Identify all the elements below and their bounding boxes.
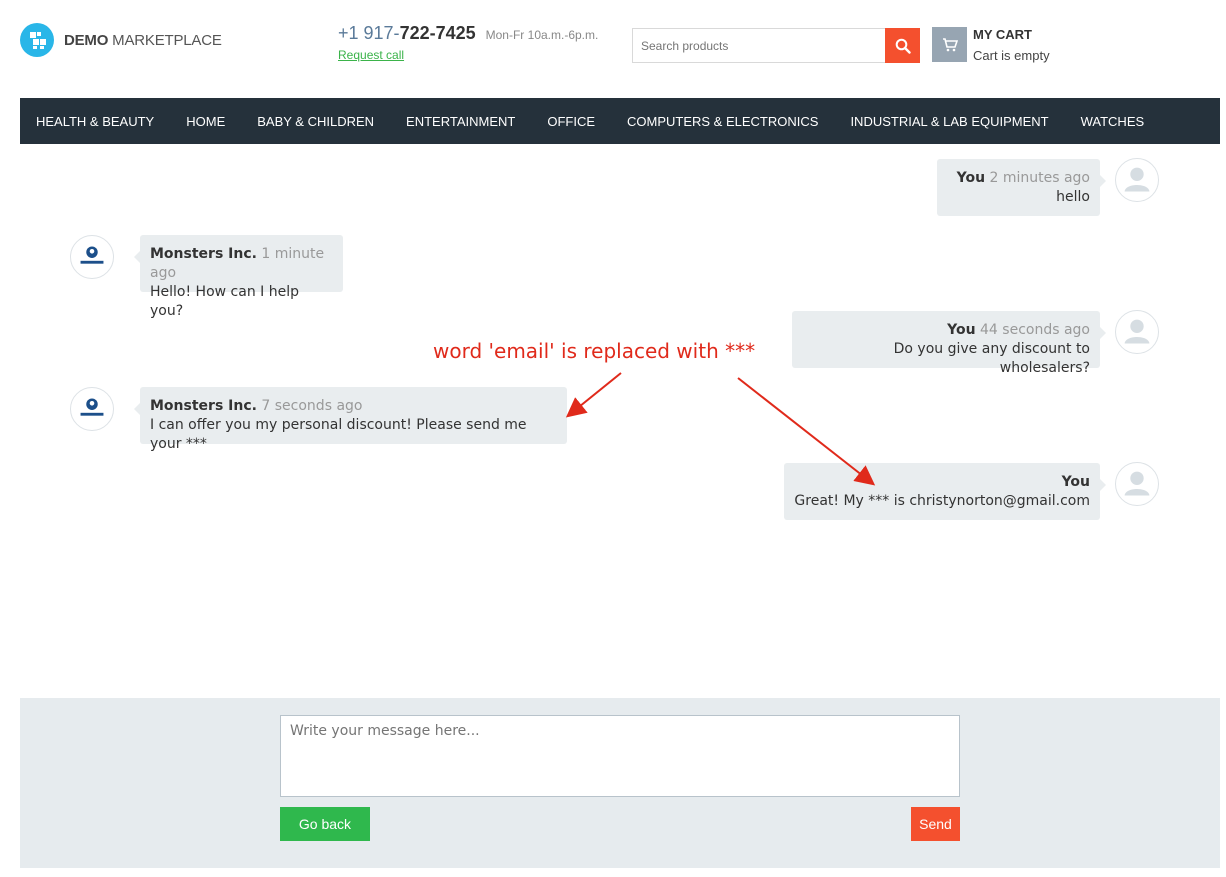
message-composer: Go back Send [20, 698, 1220, 868]
nav-item-industrial-lab[interactable]: INDUSTRIAL & LAB EQUIPMENT [850, 114, 1048, 129]
chat-message: You 44 seconds ago Do you give any disco… [792, 311, 1106, 376]
contact-block: +1 917- 722-7425 Mon-Fr 10a.m.-6p.m. Req… [338, 23, 598, 64]
annotation-label: word 'email' is replaced with *** [433, 339, 756, 363]
message-author: Monsters Inc. [150, 398, 257, 414]
user-avatar [1115, 158, 1159, 202]
nav-item-baby-children[interactable]: BABY & CHILDREN [257, 114, 374, 129]
logo[interactable]: DEMO MARKETPLACE [20, 23, 222, 57]
nav-item-computers-electronics[interactable]: COMPUTERS & ELECTRONICS [627, 114, 818, 129]
search-bar [632, 28, 920, 63]
message-text: Hello! How can I help you? [150, 284, 299, 319]
message-author: You [956, 170, 986, 186]
message-author: You [947, 322, 976, 338]
cart-title[interactable]: MY CART [973, 27, 1050, 42]
logo-light: MARKETPLACE [112, 31, 222, 49]
user-placeholder-icon [1124, 319, 1150, 344]
chat-message: Monsters Inc. 7 seconds ago I can offer … [134, 387, 567, 452]
go-back-button[interactable]: Go back [280, 807, 370, 841]
cart-widget[interactable]: MY CART Cart is empty [932, 27, 1050, 63]
nav-item-office[interactable]: OFFICE [547, 114, 595, 129]
nav-item-watches[interactable]: WATCHES [1081, 114, 1145, 129]
send-button[interactable]: Send [911, 807, 960, 841]
logo-icon [20, 23, 54, 57]
chat-message: Monsters Inc. 1 minute ago Hello! How ca… [134, 235, 343, 319]
user-placeholder-icon [1124, 471, 1150, 496]
business-hours: Mon-Fr 10a.m.-6p.m. [485, 28, 599, 42]
monsters-inc-logo-icon [80, 398, 104, 416]
nav-item-home[interactable]: HOME [186, 114, 225, 129]
message-input[interactable] [280, 715, 960, 797]
logo-bold: DEMO [64, 31, 109, 49]
request-call-link[interactable]: Request call [338, 48, 404, 62]
cart-icon-box[interactable] [932, 27, 967, 62]
message-text: Do you give any discount to wholesalers? [893, 341, 1090, 376]
user-avatar [1115, 462, 1159, 506]
chat-message: You Great! My *** is christynorton@gmail… [784, 463, 1106, 520]
logo-text: DEMO MARKETPLACE [64, 32, 222, 49]
monsters-inc-logo-icon [80, 246, 104, 264]
message-text: I can offer you my personal discount! Pl… [150, 417, 527, 452]
message-time: 44 seconds ago [980, 322, 1090, 338]
nav-item-health-beauty[interactable]: HEALTH & BEAUTY [36, 114, 154, 129]
main-nav: HEALTH & BEAUTY HOME BABY & CHILDREN ENT… [20, 98, 1220, 144]
message-text: hello [1056, 189, 1090, 205]
vendor-avatar [70, 235, 114, 279]
chat-message: You 2 minutes ago hello [937, 159, 1106, 216]
user-placeholder-icon [1124, 167, 1150, 192]
message-time: 7 seconds ago [261, 398, 363, 414]
header: DEMO MARKETPLACE +1 917- 722-7425 Mon-Fr… [0, 0, 1226, 98]
vendor-avatar [70, 387, 114, 431]
search-button[interactable] [885, 28, 920, 63]
message-author: Monsters Inc. [150, 246, 257, 262]
cart-status: Cart is empty [973, 48, 1050, 63]
message-time: 2 minutes ago [989, 170, 1090, 186]
search-input[interactable] [632, 28, 885, 63]
message-text: Great! My *** is christynorton@gmail.com [794, 493, 1090, 509]
message-author: You [1061, 474, 1090, 490]
nav-item-entertainment[interactable]: ENTERTAINMENT [406, 114, 515, 129]
shopping-cart-icon [942, 37, 958, 51]
phone-number: 722-7425 [399, 23, 476, 43]
phone-prefix: +1 917- [338, 23, 400, 43]
search-icon [895, 38, 911, 54]
arrow-to-vendor-message [565, 372, 622, 418]
user-avatar [1115, 310, 1159, 354]
